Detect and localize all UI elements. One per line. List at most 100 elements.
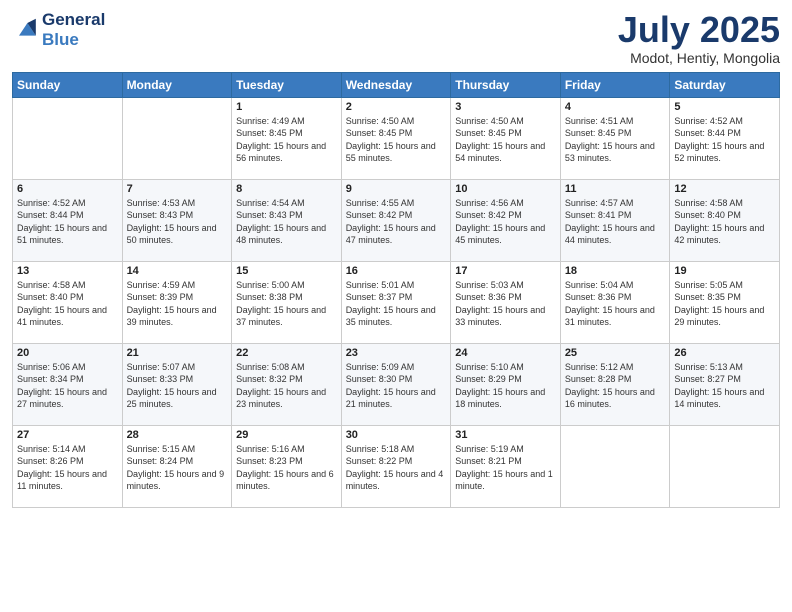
day-number: 23 <box>346 347 447 359</box>
day-number: 14 <box>127 265 228 277</box>
day-info: Sunrise: 4:53 AMSunset: 8:43 PMDaylight:… <box>127 197 228 247</box>
calendar-cell: 7 Sunrise: 4:53 AMSunset: 8:43 PMDayligh… <box>122 179 232 261</box>
calendar-cell <box>670 425 780 507</box>
calendar-cell: 3 Sunrise: 4:50 AMSunset: 8:45 PMDayligh… <box>451 97 561 179</box>
calendar-cell: 22 Sunrise: 5:08 AMSunset: 8:32 PMDaylig… <box>232 343 342 425</box>
month-title: July 2025 <box>618 10 780 50</box>
day-info: Sunrise: 4:52 AMSunset: 8:44 PMDaylight:… <box>674 115 775 165</box>
day-number: 29 <box>236 429 337 441</box>
calendar-cell: 4 Sunrise: 4:51 AMSunset: 8:45 PMDayligh… <box>560 97 670 179</box>
day-number: 21 <box>127 347 228 359</box>
day-info: Sunrise: 4:59 AMSunset: 8:39 PMDaylight:… <box>127 279 228 329</box>
day-info: Sunrise: 5:09 AMSunset: 8:30 PMDaylight:… <box>346 361 447 411</box>
calendar-cell: 25 Sunrise: 5:12 AMSunset: 8:28 PMDaylig… <box>560 343 670 425</box>
calendar-cell: 21 Sunrise: 5:07 AMSunset: 8:33 PMDaylig… <box>122 343 232 425</box>
day-info: Sunrise: 5:16 AMSunset: 8:23 PMDaylight:… <box>236 443 337 493</box>
calendar-cell: 18 Sunrise: 5:04 AMSunset: 8:36 PMDaylig… <box>560 261 670 343</box>
day-info: Sunrise: 4:52 AMSunset: 8:44 PMDaylight:… <box>17 197 118 247</box>
calendar-cell <box>13 97 123 179</box>
day-info: Sunrise: 4:50 AMSunset: 8:45 PMDaylight:… <box>455 115 556 165</box>
calendar-week-1: 1 Sunrise: 4:49 AMSunset: 8:45 PMDayligh… <box>13 97 780 179</box>
calendar-cell: 2 Sunrise: 4:50 AMSunset: 8:45 PMDayligh… <box>341 97 451 179</box>
header-friday: Friday <box>560 72 670 97</box>
calendar-cell: 16 Sunrise: 5:01 AMSunset: 8:37 PMDaylig… <box>341 261 451 343</box>
calendar-cell: 26 Sunrise: 5:13 AMSunset: 8:27 PMDaylig… <box>670 343 780 425</box>
calendar-cell: 1 Sunrise: 4:49 AMSunset: 8:45 PMDayligh… <box>232 97 342 179</box>
calendar-week-4: 20 Sunrise: 5:06 AMSunset: 8:34 PMDaylig… <box>13 343 780 425</box>
day-info: Sunrise: 5:19 AMSunset: 8:21 PMDaylight:… <box>455 443 556 493</box>
day-info: Sunrise: 5:15 AMSunset: 8:24 PMDaylight:… <box>127 443 228 493</box>
calendar-cell: 6 Sunrise: 4:52 AMSunset: 8:44 PMDayligh… <box>13 179 123 261</box>
calendar-cell: 30 Sunrise: 5:18 AMSunset: 8:22 PMDaylig… <box>341 425 451 507</box>
day-info: Sunrise: 5:10 AMSunset: 8:29 PMDaylight:… <box>455 361 556 411</box>
day-info: Sunrise: 5:00 AMSunset: 8:38 PMDaylight:… <box>236 279 337 329</box>
header-monday: Monday <box>122 72 232 97</box>
day-info: Sunrise: 5:03 AMSunset: 8:36 PMDaylight:… <box>455 279 556 329</box>
day-info: Sunrise: 4:54 AMSunset: 8:43 PMDaylight:… <box>236 197 337 247</box>
calendar-cell: 14 Sunrise: 4:59 AMSunset: 8:39 PMDaylig… <box>122 261 232 343</box>
header-wednesday: Wednesday <box>341 72 451 97</box>
title-block: July 2025 Modot, Hentiy, Mongolia <box>618 10 780 66</box>
calendar-cell: 27 Sunrise: 5:14 AMSunset: 8:26 PMDaylig… <box>13 425 123 507</box>
day-number: 2 <box>346 101 447 113</box>
day-info: Sunrise: 5:12 AMSunset: 8:28 PMDaylight:… <box>565 361 666 411</box>
calendar-cell: 9 Sunrise: 4:55 AMSunset: 8:42 PMDayligh… <box>341 179 451 261</box>
calendar-table: Sunday Monday Tuesday Wednesday Thursday… <box>12 72 780 508</box>
header: General Blue July 2025 Modot, Hentiy, Mo… <box>12 10 780 66</box>
calendar-cell: 8 Sunrise: 4:54 AMSunset: 8:43 PMDayligh… <box>232 179 342 261</box>
day-number: 17 <box>455 265 556 277</box>
header-sunday: Sunday <box>13 72 123 97</box>
day-number: 5 <box>674 101 775 113</box>
day-number: 8 <box>236 183 337 195</box>
logo-icon <box>12 16 40 44</box>
calendar-week-5: 27 Sunrise: 5:14 AMSunset: 8:26 PMDaylig… <box>13 425 780 507</box>
day-info: Sunrise: 4:51 AMSunset: 8:45 PMDaylight:… <box>565 115 666 165</box>
calendar-cell: 15 Sunrise: 5:00 AMSunset: 8:38 PMDaylig… <box>232 261 342 343</box>
day-number: 28 <box>127 429 228 441</box>
calendar-cell: 13 Sunrise: 4:58 AMSunset: 8:40 PMDaylig… <box>13 261 123 343</box>
day-number: 30 <box>346 429 447 441</box>
calendar-cell: 10 Sunrise: 4:56 AMSunset: 8:42 PMDaylig… <box>451 179 561 261</box>
day-info: Sunrise: 4:58 AMSunset: 8:40 PMDaylight:… <box>17 279 118 329</box>
header-saturday: Saturday <box>670 72 780 97</box>
header-thursday: Thursday <box>451 72 561 97</box>
calendar-week-2: 6 Sunrise: 4:52 AMSunset: 8:44 PMDayligh… <box>13 179 780 261</box>
day-number: 1 <box>236 101 337 113</box>
day-number: 19 <box>674 265 775 277</box>
day-number: 3 <box>455 101 556 113</box>
page: General Blue July 2025 Modot, Hentiy, Mo… <box>0 0 792 612</box>
day-number: 22 <box>236 347 337 359</box>
day-info: Sunrise: 5:07 AMSunset: 8:33 PMDaylight:… <box>127 361 228 411</box>
day-number: 11 <box>565 183 666 195</box>
logo: General Blue <box>12 10 105 49</box>
calendar-cell: 17 Sunrise: 5:03 AMSunset: 8:36 PMDaylig… <box>451 261 561 343</box>
calendar-cell: 31 Sunrise: 5:19 AMSunset: 8:21 PMDaylig… <box>451 425 561 507</box>
day-info: Sunrise: 5:08 AMSunset: 8:32 PMDaylight:… <box>236 361 337 411</box>
calendar-cell <box>122 97 232 179</box>
header-tuesday: Tuesday <box>232 72 342 97</box>
calendar-cell: 20 Sunrise: 5:06 AMSunset: 8:34 PMDaylig… <box>13 343 123 425</box>
calendar-header-row: Sunday Monday Tuesday Wednesday Thursday… <box>13 72 780 97</box>
day-info: Sunrise: 4:56 AMSunset: 8:42 PMDaylight:… <box>455 197 556 247</box>
day-number: 9 <box>346 183 447 195</box>
calendar-cell: 5 Sunrise: 4:52 AMSunset: 8:44 PMDayligh… <box>670 97 780 179</box>
day-number: 4 <box>565 101 666 113</box>
calendar-cell <box>560 425 670 507</box>
day-number: 27 <box>17 429 118 441</box>
location: Modot, Hentiy, Mongolia <box>618 50 780 66</box>
calendar-cell: 28 Sunrise: 5:15 AMSunset: 8:24 PMDaylig… <box>122 425 232 507</box>
calendar-cell: 24 Sunrise: 5:10 AMSunset: 8:29 PMDaylig… <box>451 343 561 425</box>
logo-text: General Blue <box>42 10 105 49</box>
day-number: 25 <box>565 347 666 359</box>
day-info: Sunrise: 4:49 AMSunset: 8:45 PMDaylight:… <box>236 115 337 165</box>
day-number: 7 <box>127 183 228 195</box>
day-info: Sunrise: 4:58 AMSunset: 8:40 PMDaylight:… <box>674 197 775 247</box>
day-info: Sunrise: 5:14 AMSunset: 8:26 PMDaylight:… <box>17 443 118 493</box>
day-number: 18 <box>565 265 666 277</box>
day-number: 16 <box>346 265 447 277</box>
calendar-cell: 12 Sunrise: 4:58 AMSunset: 8:40 PMDaylig… <box>670 179 780 261</box>
calendar-cell: 29 Sunrise: 5:16 AMSunset: 8:23 PMDaylig… <box>232 425 342 507</box>
day-number: 20 <box>17 347 118 359</box>
day-number: 31 <box>455 429 556 441</box>
day-number: 13 <box>17 265 118 277</box>
